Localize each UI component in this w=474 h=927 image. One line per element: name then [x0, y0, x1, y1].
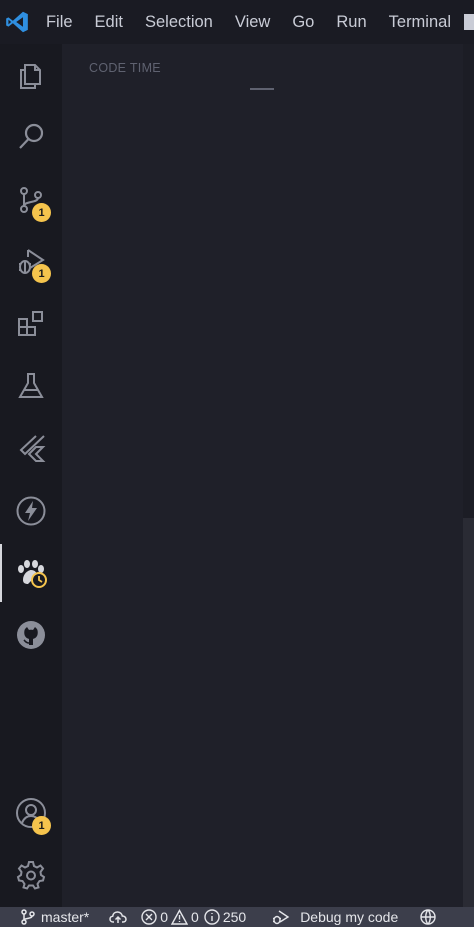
menu-run[interactable]: Run — [325, 0, 377, 44]
activity-accounts[interactable]: 1 — [0, 784, 62, 842]
debug-status[interactable]: Debug my code — [272, 907, 398, 927]
activity-search[interactable] — [0, 108, 62, 166]
menu-go[interactable]: Go — [281, 0, 325, 44]
activity-github[interactable] — [0, 606, 62, 664]
files-icon — [16, 61, 46, 91]
github-icon — [15, 619, 47, 651]
branch-icon — [21, 909, 35, 925]
info-count: 250 — [222, 909, 247, 925]
globe-icon — [420, 909, 436, 925]
activity-flutter[interactable] — [0, 419, 62, 477]
loading-indicator — [250, 88, 274, 90]
debug-icon — [272, 909, 290, 925]
menu-edit[interactable]: Edit — [84, 0, 134, 44]
activity-run-debug[interactable]: 1 — [0, 232, 62, 290]
activity-thunder-client[interactable] — [0, 482, 62, 540]
problems-indicator[interactable]: 0 0 250 — [141, 907, 246, 927]
paw-clock-icon — [14, 558, 48, 588]
menu-terminal[interactable]: Terminal — [378, 0, 462, 44]
flutter-icon — [16, 433, 46, 463]
debug-label: Debug my code — [300, 909, 399, 925]
activity-testing[interactable] — [0, 357, 62, 415]
branch-indicator[interactable]: master* — [21, 907, 89, 927]
scrollbar[interactable] — [463, 44, 474, 907]
lightning-icon — [15, 495, 47, 527]
activity-extensions[interactable] — [0, 295, 62, 353]
run-debug-badge: 1 — [32, 264, 51, 283]
info-icon — [204, 909, 220, 925]
vscode-window: File Edit Selection View Go Run Terminal — [0, 0, 474, 927]
globe-status[interactable] — [420, 907, 436, 927]
branch-name: master* — [41, 909, 90, 925]
sync-button[interactable] — [109, 907, 127, 927]
status-bar: master* 0 0 250 Debug my code — [0, 907, 474, 927]
scrollbar-thumb[interactable] — [463, 518, 474, 907]
title-bar: File Edit Selection View Go Run Terminal — [0, 0, 474, 44]
gear-icon — [15, 859, 47, 891]
cloud-upload-icon — [109, 910, 127, 924]
search-icon — [16, 122, 46, 152]
activity-source-control[interactable]: 1 — [0, 171, 62, 229]
menu-selection[interactable]: Selection — [134, 0, 224, 44]
code-time-panel: CODE TIME — [62, 44, 463, 907]
vscode-logo-icon — [0, 0, 35, 44]
error-count: 0 — [160, 909, 169, 925]
extensions-icon — [16, 309, 46, 339]
error-icon — [141, 909, 157, 925]
activity-manage[interactable] — [0, 846, 62, 904]
warning-count: 0 — [191, 909, 199, 925]
source-control-badge: 1 — [32, 203, 51, 222]
activity-bar: 1 1 1 — [0, 44, 62, 907]
warning-icon — [171, 909, 189, 925]
menu-overflow-icon[interactable] — [464, 14, 474, 30]
menu-file[interactable]: File — [35, 0, 84, 44]
activity-code-time[interactable] — [0, 544, 62, 602]
flask-icon — [16, 371, 46, 401]
accounts-badge: 1 — [32, 816, 51, 835]
activity-explorer[interactable] — [0, 47, 62, 105]
menu-view[interactable]: View — [224, 0, 281, 44]
panel-title: CODE TIME — [89, 61, 161, 75]
